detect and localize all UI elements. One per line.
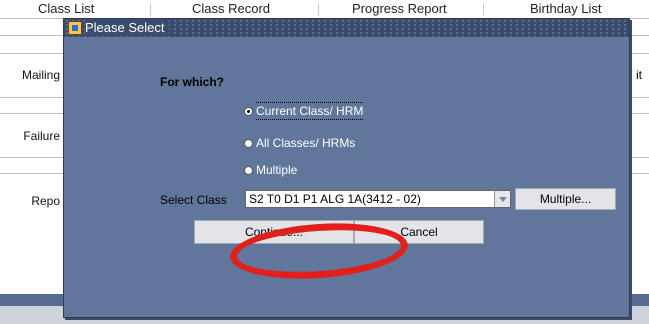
- question-label: For which?: [160, 75, 224, 89]
- tab-class-record[interactable]: Class Record: [192, 1, 270, 16]
- radio-selected-icon[interactable]: [244, 106, 253, 116]
- tab-separator: [483, 3, 484, 16]
- radio-label: Current Class/ HRM: [256, 102, 364, 120]
- background-label-report[interactable]: Repo: [0, 194, 60, 208]
- radio-current-class[interactable]: Current Class/ HRM: [244, 102, 364, 120]
- background-label-fragment: it: [636, 68, 642, 82]
- radio-label: All Classes/ HRMs: [256, 136, 356, 150]
- background-tab-bar: Class List Class Record Progress Report …: [0, 0, 649, 18]
- background-label-mailing[interactable]: Mailing: [0, 68, 60, 82]
- please-select-dialog: Please Select For which? Current Class/ …: [63, 18, 630, 318]
- radio-unselected-icon[interactable]: [244, 165, 253, 175]
- tab-separator: [150, 3, 151, 16]
- tab-separator: [318, 3, 319, 16]
- radio-multiple[interactable]: Multiple: [244, 162, 297, 178]
- dialog-title: Please Select: [85, 20, 169, 35]
- select-class-value: S2 T0 D1 P1 ALG 1A(3412 - 02): [249, 192, 421, 206]
- dialog-titlebar[interactable]: Please Select: [64, 19, 629, 37]
- app-icon: [68, 21, 82, 35]
- background-label-failure[interactable]: Failure: [0, 129, 60, 143]
- select-class-label: Select Class: [160, 193, 227, 207]
- radio-label: Multiple: [256, 163, 298, 177]
- tab-class-list[interactable]: Class List: [38, 1, 94, 16]
- tab-birthday-list[interactable]: Birthday List: [530, 1, 602, 16]
- radio-all-classes[interactable]: All Classes/ HRMs: [244, 135, 355, 151]
- radio-unselected-icon[interactable]: [244, 138, 253, 148]
- multiple-button[interactable]: Multiple...: [515, 188, 616, 210]
- select-class-dropdown[interactable]: S2 T0 D1 P1 ALG 1A(3412 - 02): [245, 190, 511, 208]
- chevron-down-icon[interactable]: [494, 191, 510, 207]
- tab-progress-report[interactable]: Progress Report: [352, 1, 447, 16]
